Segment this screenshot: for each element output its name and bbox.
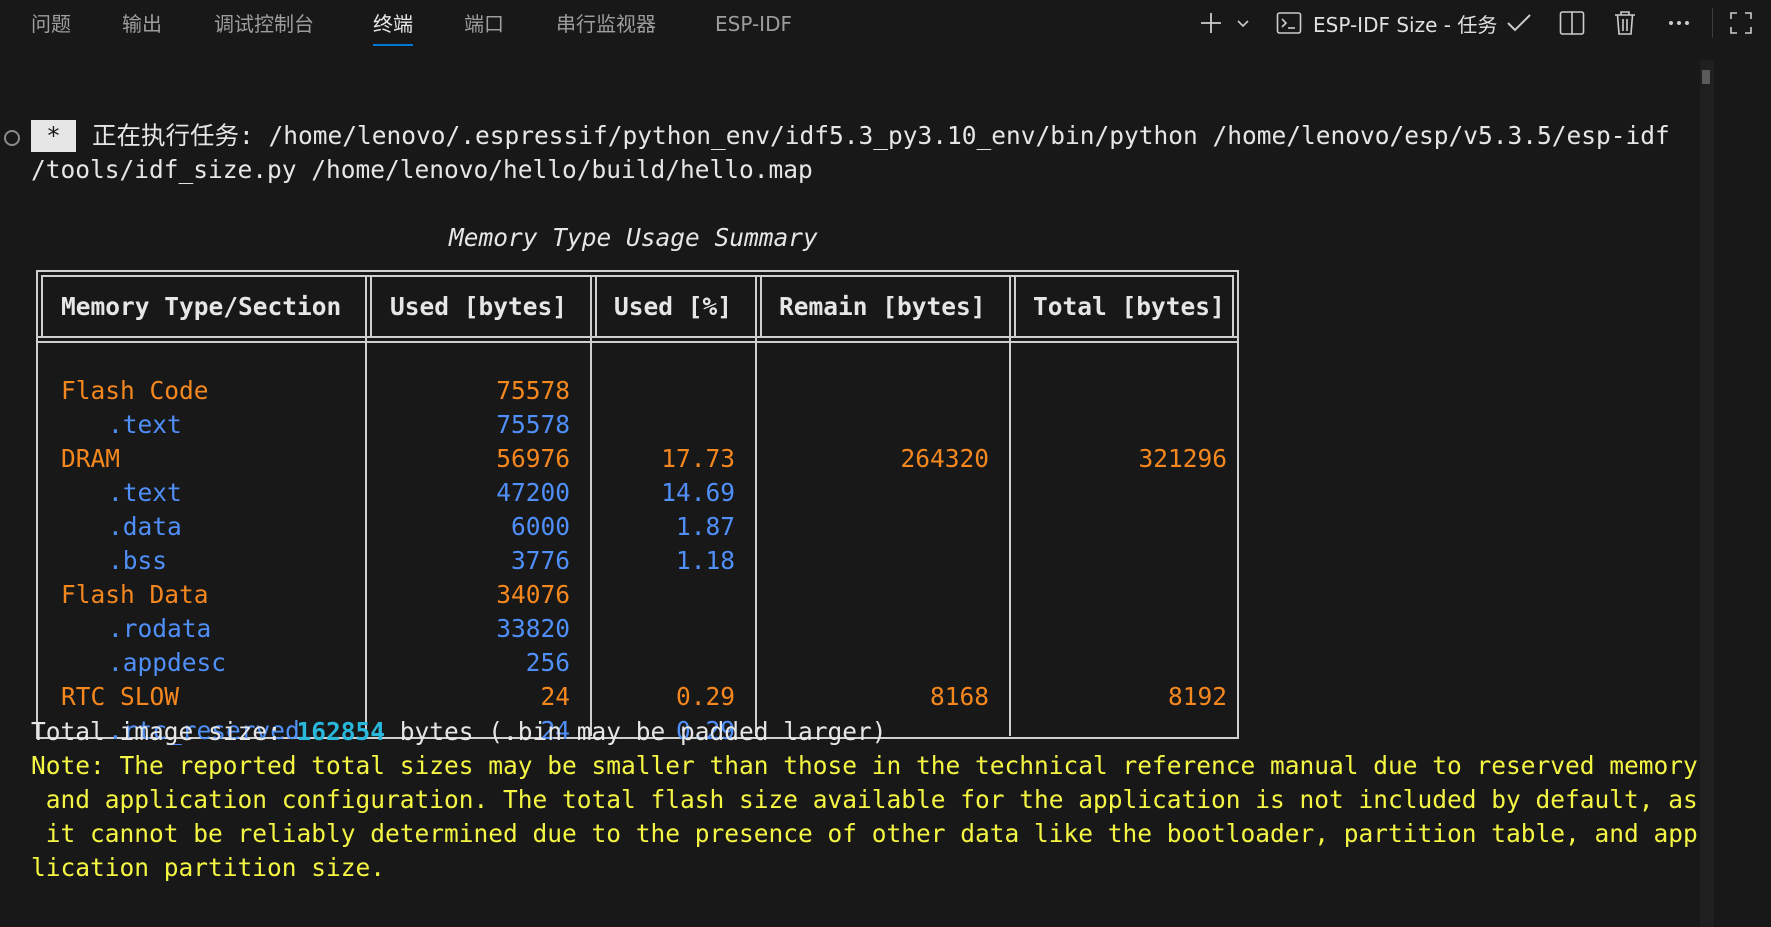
plus-icon[interactable]	[1196, 8, 1226, 38]
table-vline-4	[1009, 275, 1011, 736]
table-vline-1b	[370, 275, 372, 336]
table-cell-name: .text	[108, 410, 182, 439]
table-cell-pct: 1.87	[675, 512, 735, 541]
table-cell-used: 24	[540, 682, 570, 711]
table-cell-pct: 17.73	[661, 444, 735, 473]
table-cell-used: 56976	[496, 444, 570, 473]
tab-esp-idf[interactable]: ESP-IDF	[715, 10, 792, 38]
terminal-scrollbar[interactable]	[1700, 60, 1714, 927]
terminal-icon	[1274, 8, 1304, 38]
table-cell-remain: 8168	[929, 682, 989, 711]
table-header-total: Total [bytes]	[1033, 292, 1225, 321]
tab-serial-monitor[interactable]: 串行监视器	[556, 10, 656, 38]
note-line-1: Note: The reported total sizes may be sm…	[31, 751, 1698, 780]
table-cell-used: 34076	[496, 580, 570, 609]
table-header-remain: Remain [bytes]	[779, 292, 986, 321]
table-header-divider-2	[36, 341, 1239, 343]
table-vline-3b	[760, 275, 762, 336]
table-cell-name: .appdesc	[108, 648, 227, 677]
table-cell-used: 47200	[496, 478, 570, 507]
table-vline-3	[755, 275, 757, 736]
more-icon[interactable]	[1664, 8, 1694, 38]
table-cell-pct: 1.18	[675, 546, 735, 575]
table-cell-total: 8192	[1167, 682, 1227, 711]
task-name[interactable]: ESP-IDF Size - 任务	[1313, 8, 1497, 38]
terminal-scrollbar-thumb[interactable]	[1702, 70, 1710, 84]
total-size-suffix: bytes (.bin may be padded larger)	[385, 717, 887, 746]
table-header-used-pct: Used [%]	[614, 292, 733, 321]
table-header-type: Memory Type/Section	[61, 292, 342, 321]
table-cell-used: 256	[525, 648, 570, 677]
toolbar-divider	[1712, 8, 1713, 38]
table-cell-name: .rodata	[108, 614, 212, 643]
table-vline-2b	[595, 275, 597, 336]
chevron-down-icon[interactable]	[1232, 8, 1254, 38]
panel-tabbar: 问题 输出 调试控制台 终端 端口 串行监视器 ESP-IDF ESP-IDF …	[0, 0, 1771, 50]
table-cell-total: 321296	[1138, 444, 1227, 473]
table-cell-used: 6000	[510, 512, 570, 541]
task-star-badge: *	[31, 120, 76, 152]
table-cell-used: 75578	[496, 410, 570, 439]
table-title: Memory Type Usage Summary	[449, 223, 818, 252]
tab-terminal[interactable]: 终端	[373, 10, 413, 46]
tab-ports[interactable]: 端口	[464, 10, 504, 38]
table-cell-name: Flash Data	[61, 580, 209, 609]
task-command-line-1: 正在执行任务: /home/lenovo/.espressif/python_e…	[92, 121, 1670, 150]
table-cell-name: Flash Code	[61, 376, 209, 405]
note-line-4: lication partition size.	[31, 853, 386, 882]
table-cell-name: .bss	[108, 546, 168, 575]
table-cell-used: 3776	[510, 546, 570, 575]
table-frame-inner-top	[41, 275, 1234, 277]
check-icon	[1504, 8, 1534, 38]
note-line-2: and application configuration. The total…	[31, 785, 1698, 814]
trash-icon[interactable]	[1610, 8, 1640, 38]
table-vline-0b	[41, 275, 43, 336]
table-cell-name: .text	[108, 478, 182, 507]
total-size-line: Total image size: 162854 bytes (.bin may…	[31, 715, 887, 749]
table-cell-pct: 14.69	[661, 478, 735, 507]
table-cell-used: 75578	[496, 376, 570, 405]
tab-problems[interactable]: 问题	[31, 10, 71, 38]
tab-debug-console[interactable]: 调试控制台	[214, 10, 314, 38]
table-vline-5b	[1232, 275, 1234, 336]
table-cell-remain: 264320	[900, 444, 989, 473]
task-command-line-2: /tools/idf_size.py /home/lenovo/hello/bu…	[31, 155, 813, 184]
note-line-3: it cannot be reliably determined due to …	[31, 819, 1698, 848]
table-header-used-bytes: Used [bytes]	[390, 292, 568, 321]
maximize-icon[interactable]	[1726, 8, 1756, 38]
tab-output[interactable]: 输出	[122, 10, 162, 38]
table-cell-name: .data	[108, 512, 182, 541]
total-size-prefix: Total image size:	[31, 717, 297, 746]
total-size-value: 162854	[296, 717, 386, 746]
table-vline-4b	[1014, 275, 1016, 336]
table-cell-pct: 0.29	[675, 682, 735, 711]
table-header-divider	[36, 336, 1239, 338]
task-status-circle-icon	[4, 130, 20, 146]
split-icon[interactable]	[1557, 8, 1587, 38]
table-vline-2	[590, 275, 592, 736]
terminal-output[interactable]: * 正在执行任务: /home/lenovo/.espressif/python…	[0, 50, 1740, 927]
table-cell-name: DRAM	[61, 444, 121, 473]
table-vline-1	[365, 275, 367, 736]
table-cell-name: RTC SLOW	[61, 682, 180, 711]
table-cell-used: 33820	[496, 614, 570, 643]
